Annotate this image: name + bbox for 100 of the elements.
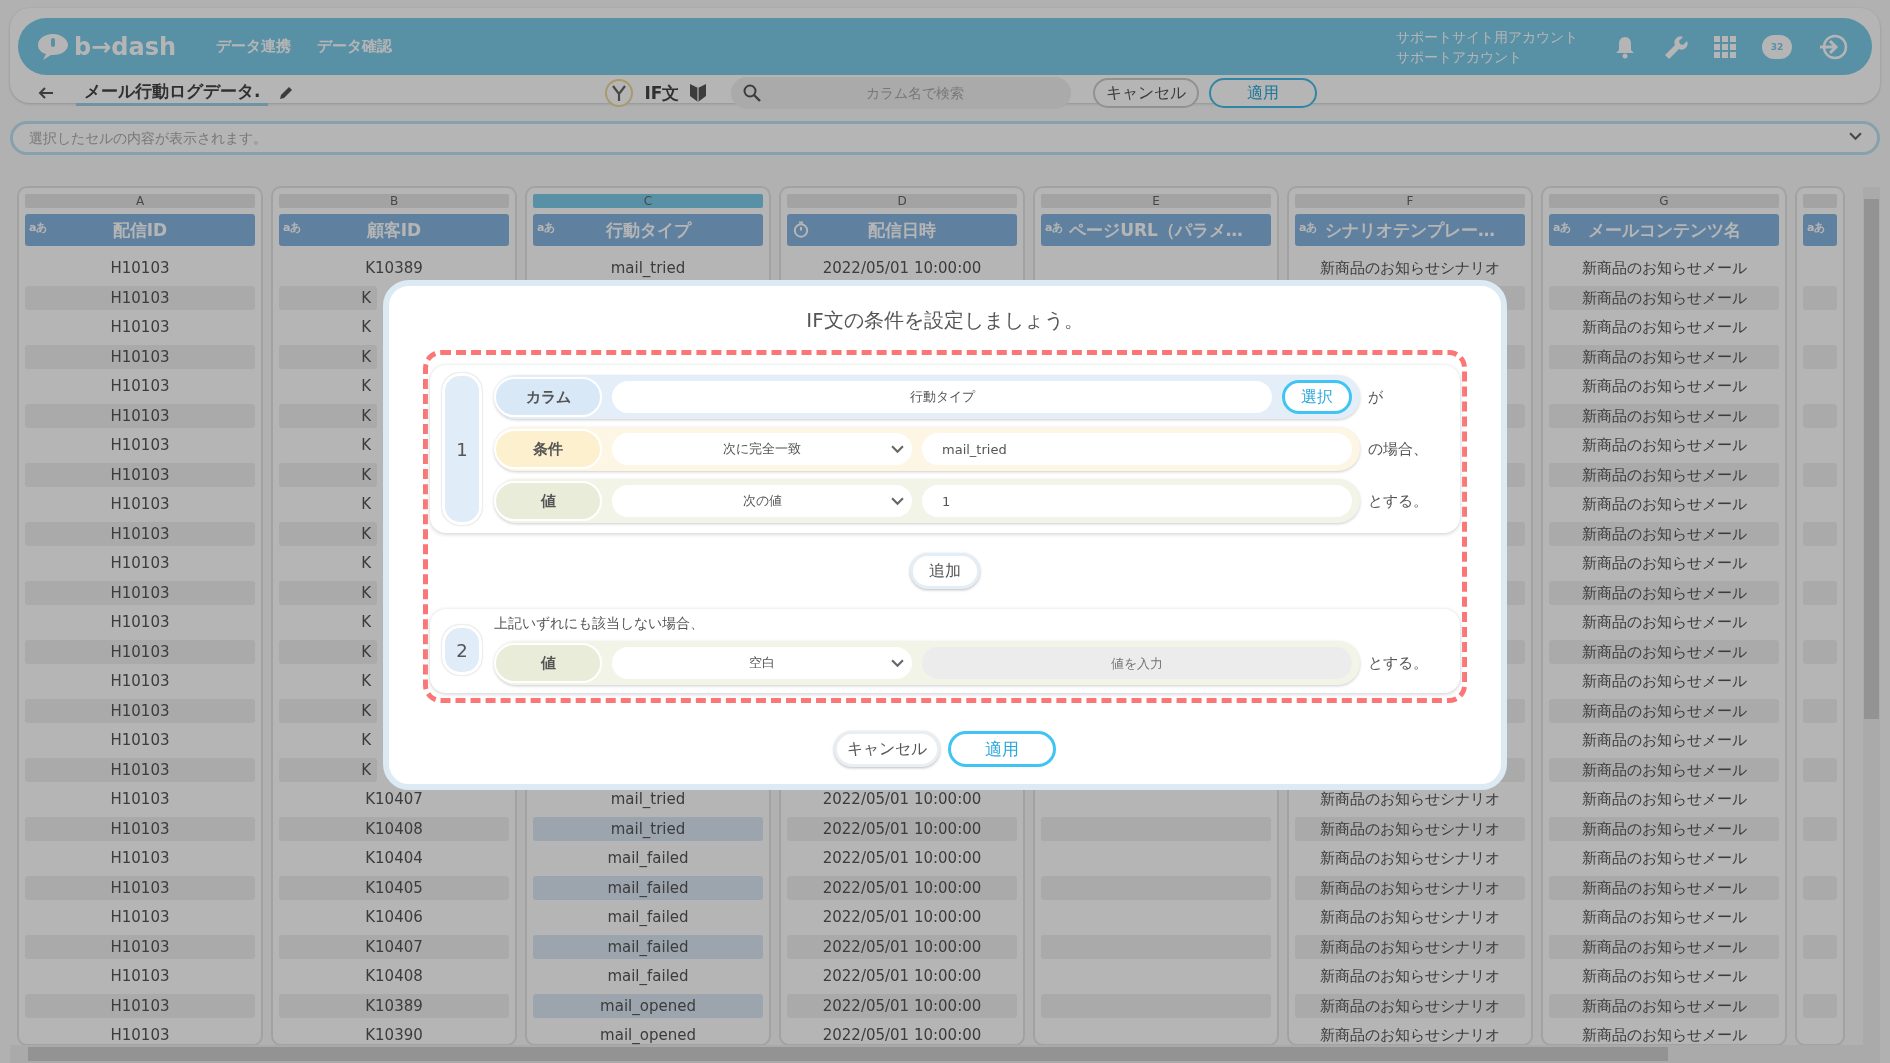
table-cell: K bbox=[279, 285, 377, 310]
horizontal-scrollbar[interactable] bbox=[10, 1045, 1880, 1063]
table-cell: H10103 bbox=[25, 875, 255, 900]
table-cell-text: H10103 bbox=[109, 435, 171, 456]
table-cell-text: K10390 bbox=[364, 1025, 424, 1046]
column-letter[interactable]: F bbox=[1295, 194, 1525, 208]
column-letter[interactable]: E bbox=[1041, 194, 1271, 208]
cell-preview-field[interactable]: 選択したセルの内容が表示されます。 bbox=[10, 121, 1880, 155]
table-cell-text: 新商品のお知らせメール bbox=[1580, 848, 1748, 869]
account-name: サポートアカウント bbox=[1396, 47, 1523, 67]
table-cell-text: 新商品のお知らせメール bbox=[1580, 789, 1748, 810]
table-cell-text: K10389 bbox=[364, 258, 424, 279]
table-cell: 新商品のお知らせメール bbox=[1549, 462, 1779, 487]
table-cell-text: mail_opened bbox=[599, 1025, 697, 1046]
table-cell-text: 新商品のお知らせメール bbox=[1580, 553, 1748, 574]
table-cell: K bbox=[279, 521, 377, 546]
operator-dropdown[interactable]: 次に完全一致 bbox=[612, 433, 912, 465]
table-cell-text: H10103 bbox=[109, 848, 171, 869]
suffix-text: の場合、 bbox=[1367, 439, 1429, 459]
cancel-button[interactable]: キャンセル bbox=[834, 731, 940, 767]
table-cell-text: K10406 bbox=[364, 907, 424, 928]
table-cell-text: mail_failed bbox=[606, 907, 690, 928]
table-cell-text: H10103 bbox=[109, 907, 171, 928]
table-cell-text: K bbox=[360, 730, 372, 751]
table-cell-text: K10404 bbox=[364, 848, 424, 869]
table-cell: K bbox=[279, 344, 377, 369]
apply-button[interactable]: 適用 bbox=[1209, 78, 1318, 108]
chevron-down-icon bbox=[891, 658, 904, 668]
logo-text: b→dash bbox=[74, 32, 177, 61]
column-header[interactable]: aあ シナリオテンプレー… bbox=[1295, 214, 1525, 246]
suffix-text: とする。 bbox=[1367, 653, 1429, 673]
table-cell-text: 2022/05/01 10:00:00 bbox=[821, 907, 983, 928]
cancel-button[interactable]: キャンセル bbox=[1093, 78, 1200, 108]
logout-icon[interactable] bbox=[1818, 33, 1848, 60]
column-name: メールコンテンツ名 bbox=[1587, 218, 1741, 242]
column-letter[interactable]: C bbox=[533, 194, 763, 208]
table-cell: 新商品のお知らせメール bbox=[1549, 639, 1779, 664]
column-header[interactable]: aあ 行動タイプ bbox=[533, 214, 763, 246]
value-field[interactable]: mail_tried bbox=[922, 433, 1352, 465]
table-cell: 新商品のお知らせシナリオ bbox=[1295, 875, 1525, 900]
table-cell-text: 2022/05/01 10:00:00 bbox=[821, 848, 983, 869]
dataset-title[interactable]: メール行動ログデータ. bbox=[76, 80, 269, 106]
table-cell: 新商品のお知らせメール bbox=[1549, 934, 1779, 959]
table-cell: H10103 bbox=[25, 934, 255, 959]
grid-icon[interactable] bbox=[1714, 35, 1736, 58]
row-label: カラム bbox=[494, 377, 602, 417]
back-arrow-icon[interactable] bbox=[38, 86, 54, 100]
search-icon bbox=[743, 84, 762, 102]
column-header[interactable]: 配信日時 bbox=[787, 214, 1017, 246]
column-name: 配信ID bbox=[112, 218, 168, 242]
table-cell: mail_failed bbox=[533, 875, 763, 900]
table-cell-text: mail_tried bbox=[609, 789, 687, 810]
value-field[interactable]: 1 bbox=[922, 485, 1352, 517]
table-cell-text: 2022/05/01 10:00:00 bbox=[821, 966, 983, 987]
add-button[interactable]: 追加 bbox=[910, 553, 980, 589]
table-cell: 2022/05/01 10:00:00 bbox=[787, 934, 1017, 959]
table-cell: H10103 bbox=[25, 521, 255, 546]
table-cell-text: H10103 bbox=[109, 376, 171, 397]
table-cell: H10103 bbox=[25, 285, 255, 310]
apply-button[interactable]: 適用 bbox=[948, 731, 1056, 767]
column-name: 行動タイプ bbox=[605, 218, 691, 242]
table-cell: 新商品のお知らせメール bbox=[1549, 285, 1779, 310]
row-label: 値 bbox=[494, 643, 602, 683]
column-header[interactable]: aあ 顧客ID bbox=[279, 214, 509, 246]
bell-icon[interactable] bbox=[1614, 34, 1636, 59]
operator-dropdown[interactable]: 空白 bbox=[612, 647, 912, 679]
table-cell-text: H10103 bbox=[109, 1025, 171, 1046]
table-cell-text: H10103 bbox=[109, 553, 171, 574]
table-cell-text: K10408 bbox=[364, 966, 424, 987]
chevron-down-icon bbox=[1849, 132, 1862, 141]
column-header[interactable]: aあ bbox=[1803, 214, 1837, 246]
table-cell-text: K bbox=[360, 435, 372, 456]
table-cell-text: 新商品のお知らせメール bbox=[1580, 730, 1748, 751]
pencil-icon[interactable] bbox=[278, 85, 295, 101]
row-label: 値 bbox=[494, 481, 602, 521]
column-letter[interactable]: B bbox=[279, 194, 509, 208]
table-cell: K bbox=[279, 462, 377, 487]
select-button[interactable]: 選択 bbox=[1282, 380, 1352, 414]
column-name: シナリオテンプレー… bbox=[1325, 218, 1495, 242]
table-cell: 新商品のお知らせメール bbox=[1549, 698, 1779, 723]
column-header[interactable]: aあ ページURL（パラメ… bbox=[1041, 214, 1271, 246]
column-letter[interactable]: D bbox=[787, 194, 1017, 208]
table-cell-text: 新商品のお知らせメール bbox=[1580, 907, 1748, 928]
column-letter[interactable]: A bbox=[25, 194, 255, 208]
table-cell: 新商品のお知らせメール bbox=[1549, 757, 1779, 782]
vertical-scrollbar[interactable] bbox=[1863, 187, 1880, 1045]
column-header[interactable]: aあ メールコンテンツ名 bbox=[1549, 214, 1779, 246]
table-cell: 2022/05/01 10:00:00 bbox=[787, 993, 1017, 1018]
column-letter[interactable]: G bbox=[1549, 194, 1779, 208]
operator-dropdown[interactable]: 次の値 bbox=[612, 485, 912, 517]
suffix-text: とする。 bbox=[1367, 491, 1429, 511]
table-cell-text: 新商品のお知らせシナリオ bbox=[1319, 1025, 1501, 1046]
table-cell: 新商品のお知らせシナリオ bbox=[1295, 993, 1525, 1018]
table-cell: 新商品のお知らせシナリオ bbox=[1295, 934, 1525, 959]
type-label: aあ bbox=[1045, 220, 1064, 235]
chevron-down-icon bbox=[891, 496, 904, 506]
column-field[interactable]: 行動タイプ bbox=[612, 381, 1272, 413]
column-header[interactable]: aあ 配信ID bbox=[25, 214, 255, 246]
account-name: サポートサイト用アカウント bbox=[1396, 27, 1578, 47]
table-cell-text: 新商品のお知らせメール bbox=[1580, 376, 1748, 397]
